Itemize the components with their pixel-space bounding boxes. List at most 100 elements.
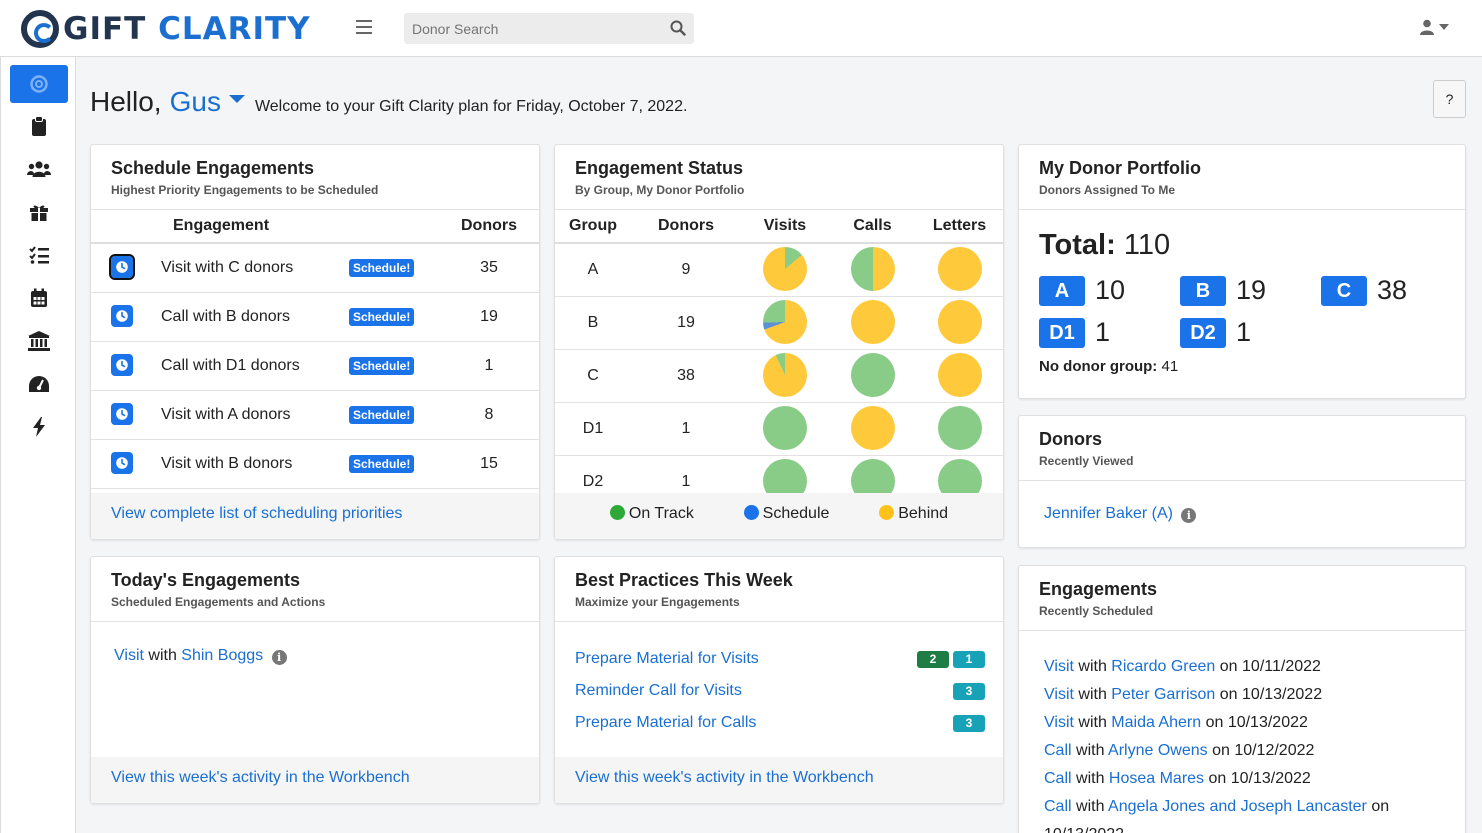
letters-status-pie[interactable] [937,353,982,397]
sidebar-item-home[interactable] [10,65,68,103]
donor-link[interactable]: Hosea Mares [1109,770,1204,787]
task-list-icon [29,246,49,264]
status-row: D1 1 [555,402,1003,456]
group-label: C [555,349,631,403]
sidebar-item-dashboard[interactable] [10,365,68,403]
schedule-button[interactable]: Schedule! [349,405,415,424]
help-button[interactable]: ? [1433,80,1466,118]
engagement-type-link[interactable]: Visit [114,647,144,664]
col-letters: Letters [916,210,1003,244]
group-label: B [555,296,631,350]
engagements-recent-card: Engagements Recently Scheduled Visit wit… [1018,565,1466,833]
legend-behind: Behind [879,505,948,539]
workbench-link[interactable]: View this week's activity in the Workben… [575,769,874,786]
donor-search-input[interactable] [404,13,654,44]
best-practice-item: Prepare Material for Calls 3 [575,711,985,735]
clock-icon[interactable] [111,354,133,376]
col-group: Group [555,210,631,244]
visits-status-pie[interactable] [763,406,807,450]
todays-engagements-card: Today's Engagements Scheduled Engagement… [90,556,540,804]
search-icon[interactable] [670,20,686,36]
visits-status-pie[interactable] [763,247,807,291]
group-badge[interactable]: D2 [1180,317,1226,348]
letters-status-pie[interactable] [937,300,982,344]
donors-recent-card: Donors Recently Viewed Jennifer Baker (A… [1018,415,1466,548]
chevron-down-icon [1439,24,1449,30]
engagement-type-link[interactable]: Call [1044,798,1072,815]
gauge-icon [29,376,49,392]
best-practices-card: Best Practices This Week Maximize your E… [554,556,1004,804]
clock-icon[interactable] [111,452,133,474]
donor-link[interactable]: Ricardo Green [1111,658,1215,675]
engagement-type-link[interactable]: Call [1044,770,1072,787]
calls-status-pie[interactable] [850,353,895,397]
schedule-button[interactable]: Schedule! [349,258,415,277]
caret-down-icon[interactable] [228,95,245,103]
scheduling-priorities-link[interactable]: View complete list of scheduling priorit… [111,505,402,522]
best-practice-link[interactable]: Prepare Material for Calls [575,714,756,732]
donor-group-d2: D2 1 [1180,317,1251,348]
info-icon[interactable]: i [1181,508,1197,523]
engagement-type-link[interactable]: Visit [1044,658,1074,675]
donor-link[interactable]: Shin Boggs [181,647,263,664]
calls-status-pie[interactable] [850,406,895,450]
donor-link[interactable]: Angela Jones and Joseph Lancaster [1108,798,1367,815]
schedule-button[interactable]: Schedule! [349,454,415,473]
donor-link[interactable]: Jennifer Baker (A) [1044,505,1173,522]
best-practice-link[interactable]: Reminder Call for Visits [575,682,742,700]
engagement-label: Visit with C donors [153,243,349,293]
top-bar: GIFT CLARITY [0,0,1482,57]
donor-link[interactable]: Arlyne Owens [1108,742,1208,759]
count-badge[interactable]: 2 [917,650,949,668]
schedule-button[interactable]: Schedule! [349,307,415,326]
schedule-button[interactable]: Schedule! [349,356,415,375]
donor-count: 38 [631,349,741,403]
sidebar-item-calendar[interactable] [10,279,68,317]
group-badge[interactable]: B [1180,275,1226,306]
hamburger-menu-icon[interactable] [356,20,372,34]
engagement-type-link[interactable]: Visit [1044,686,1074,703]
sidebar-item-institutions[interactable] [10,322,68,360]
engagement-type-link[interactable]: Call [1044,742,1072,759]
donor-link[interactable]: Maida Ahern [1111,714,1201,731]
engagement-label: Call with B donors [153,292,349,342]
workbench-link[interactable]: View this week's activity in the Workben… [111,769,410,786]
visits-status-pie[interactable] [763,353,807,397]
sidebar-item-actions[interactable] [10,408,68,446]
group-badge[interactable]: D1 [1039,317,1085,348]
count-badge[interactable]: 1 [953,650,985,668]
calls-status-pie[interactable] [850,247,895,291]
calls-status-pie[interactable] [850,300,895,344]
card-subtitle: Recently Scheduled [1039,604,1154,618]
count-badge[interactable]: 3 [953,714,985,732]
info-icon[interactable]: i [271,650,287,665]
sidebar-item-gifts[interactable] [10,193,68,231]
visits-status-pie[interactable] [763,300,807,344]
clock-icon[interactable] [111,305,133,327]
col-donors: Donors [631,210,741,244]
user-menu[interactable] [1419,19,1449,35]
gift-clarity-logo[interactable]: GIFT CLARITY [21,9,311,49]
engagement-type-link[interactable]: Visit [1044,714,1074,731]
clock-icon[interactable] [109,254,135,281]
user-name-dropdown[interactable]: Gus [170,86,221,118]
count-badge[interactable]: 3 [953,682,985,700]
sidebar-item-clipboard[interactable] [10,107,68,145]
sidebar-item-donors[interactable] [10,150,68,188]
clock-icon[interactable] [111,403,133,425]
donor-link[interactable]: Peter Garrison [1111,686,1215,703]
card-subtitle: Scheduled Engagements and Actions [111,595,326,609]
letters-status-pie[interactable] [937,406,982,450]
gift-clarity-logo-icon [30,75,48,93]
letters-status-pie[interactable] [937,247,982,291]
sidebar-item-tasks[interactable] [10,236,68,274]
group-badge[interactable]: A [1039,275,1085,306]
blue-dot-icon [743,505,759,520]
welcome-message: Welcome to your Gift Clarity plan for Fr… [254,98,688,115]
engagement-item: Visit with Ricardo Green on 10/11/2022 [1044,658,1321,675]
group-badge[interactable]: C [1321,275,1367,306]
schedule-engagements-card: Schedule Engagements Highest Priority En… [90,144,540,540]
best-practice-link[interactable]: Prepare Material for Visits [575,650,759,668]
engagement-date: 10/13/2022 [1242,686,1323,703]
donor-count: 19 [439,292,539,342]
